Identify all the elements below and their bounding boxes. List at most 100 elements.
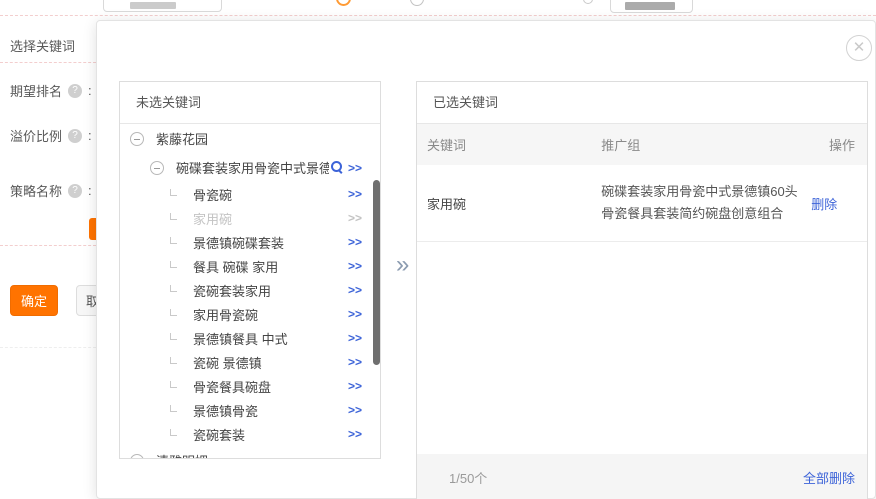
leaf-elbow-icon <box>170 309 177 316</box>
column-header-group: 推广组 <box>591 135 805 154</box>
table-body: 家用碗碗碟套装家用骨瓷中式景德镇60头骨瓷餐具套装简约碗盘创意组合删除 <box>417 165 867 242</box>
collapse-minus-icon[interactable] <box>130 454 144 459</box>
help-icon[interactable]: ? <box>68 84 82 98</box>
add-keyword-action[interactable]: >> <box>348 331 362 345</box>
tree-item-label: 景德镇碗碟套装 <box>193 233 284 252</box>
selected-count: 1/50个 <box>449 468 487 487</box>
tree-row[interactable]: 瓷碗 景德镇 >> <box>120 350 380 374</box>
field-label: 选择关键词: <box>10 36 99 55</box>
add-keyword-action[interactable]: >> <box>348 355 362 369</box>
background-text-smudge <box>625 2 675 10</box>
add-keyword-action[interactable]: >> <box>348 379 362 393</box>
tree-row[interactable]: 紫藤花园 <box>120 124 380 153</box>
cell-group: 碗碟套装家用骨瓷中式景德镇60头骨瓷餐具套装简约碗盘创意组合 <box>591 181 805 225</box>
chevron-double-right-icon[interactable]: » <box>396 251 409 279</box>
leaf-elbow-icon <box>170 381 177 388</box>
keyword-select-dialog: ✕ 未选关键词 紫藤花园碗碟套装家用骨瓷中式景德镇... >> 骨瓷碗 >> 家用碗 >>… <box>96 20 876 499</box>
tree-item-label: 家用碗 <box>193 209 232 228</box>
field-label: 策略名称?: <box>10 181 92 200</box>
tree-row[interactable]: 碗碟套装家用骨瓷中式景德镇... >> <box>120 153 380 182</box>
collapse-minus-icon[interactable] <box>150 161 164 175</box>
leaf-elbow-icon <box>170 333 177 340</box>
close-icon[interactable]: ✕ <box>846 35 872 61</box>
add-keyword-action[interactable]: >> <box>348 403 362 417</box>
add-keyword-action[interactable]: >> <box>348 307 362 321</box>
field-colon: : <box>88 83 92 98</box>
table-row: 家用碗碗碟套装家用骨瓷中式景德镇60头骨瓷餐具套装简约碗盘创意组合删除 <box>417 165 867 242</box>
search-icon[interactable] <box>331 161 344 174</box>
divider-dashed <box>0 62 96 63</box>
add-keyword-action[interactable]: >> <box>348 427 362 441</box>
tree-item-label: 骨瓷碗 <box>193 185 232 204</box>
divider-dashed <box>0 15 876 16</box>
column-header-action: 操作 <box>805 135 867 154</box>
leaf-elbow-icon <box>170 285 177 292</box>
tree-row[interactable]: 餐具 碗碟 家用 >> <box>120 254 380 278</box>
divider-dashed <box>0 347 96 348</box>
tree-row[interactable]: 瓷碗套装 >> <box>120 422 380 446</box>
field-label-text: 选择关键词 <box>10 36 75 55</box>
page-background: 选择关键词:期望排名?:溢价比例?:策略名称?: 确定 取 ✕ 未选关键词 紫藤… <box>0 0 876 499</box>
field-label: 溢价比例?: <box>10 126 92 145</box>
cell-action: 删除 <box>805 194 867 213</box>
tree-item-label: 瓷碗套装家用 <box>193 281 271 300</box>
collapse-minus-icon[interactable] <box>130 132 144 146</box>
add-keyword-action[interactable]: >> <box>348 187 362 201</box>
keyword-tree: 紫藤花园碗碟套装家用骨瓷中式景德镇... >> 骨瓷碗 >> 家用碗 >> 景德镇碗碟套装 >… <box>120 124 380 458</box>
tree-row[interactable]: 家用碗 >> <box>120 206 380 230</box>
add-keyword-action[interactable]: >> <box>348 235 362 249</box>
leaf-elbow-icon <box>170 237 177 244</box>
leaf-elbow-icon <box>170 357 177 364</box>
delete-link[interactable]: 删除 <box>811 197 837 212</box>
help-icon[interactable]: ? <box>68 184 82 198</box>
tree-row[interactable]: 景德镇餐具 中式 >> <box>120 326 380 350</box>
selected-panel-title: 已选关键词 <box>417 82 867 124</box>
tree-scrollbar[interactable] <box>373 180 380 365</box>
tree-row[interactable]: 景德镇碗碟套装 >> <box>120 230 380 254</box>
tree-item-label: 景德镇骨瓷 <box>193 401 258 420</box>
add-keyword-action[interactable]: >> <box>348 211 362 225</box>
tree-item-label: 清雅明媚 <box>156 451 208 458</box>
tree-row[interactable]: 景德镇骨瓷 >> <box>120 398 380 422</box>
icon-fragment <box>583 0 593 4</box>
leaf-elbow-icon <box>170 189 177 196</box>
tree-item-label: 家用骨瓷碗 <box>193 305 258 324</box>
help-icon[interactable]: ? <box>68 129 82 143</box>
tree-item-label: 瓷碗 景德镇 <box>193 353 262 372</box>
table-header: 关键词 推广组 操作 <box>417 124 867 165</box>
tree-item-label: 紫藤花园 <box>156 129 208 148</box>
tree-row[interactable]: 骨瓷餐具碗盘 >> <box>120 374 380 398</box>
tree-item-label: 碗碟套装家用骨瓷中式景德镇... <box>176 158 329 177</box>
add-keyword-action[interactable]: >> <box>348 283 362 297</box>
selected-panel-footer: 1/50个 全部删除 <box>417 454 867 499</box>
unselected-panel-title: 未选关键词 <box>120 82 380 124</box>
warning-icon-fragment <box>336 0 351 6</box>
delete-all-link[interactable]: 全部删除 <box>803 468 855 487</box>
add-keyword-action[interactable]: >> <box>348 259 362 273</box>
field-colon: : <box>88 183 92 198</box>
field-label-text: 溢价比例 <box>10 126 62 145</box>
field-label-text: 策略名称 <box>10 181 62 200</box>
add-keyword-action[interactable]: >> <box>348 161 362 175</box>
tree-row[interactable]: 瓷碗套装家用 >> <box>120 278 380 302</box>
orange-button-fragment <box>89 218 96 240</box>
field-label: 期望排名?: <box>10 81 92 100</box>
tree-item-label: 瓷碗套装 <box>193 425 245 444</box>
leaf-elbow-icon <box>170 261 177 268</box>
selected-keywords-panel: 已选关键词 关键词 推广组 操作 家用碗碗碟套装家用骨瓷中式景德镇60头骨瓷餐具… <box>416 81 868 499</box>
background-input-fragment-2 <box>610 0 693 13</box>
field-label-text: 期望排名 <box>10 81 62 100</box>
tree-row[interactable]: 骨瓷碗 >> <box>120 182 380 206</box>
tree-item-label: 骨瓷餐具碗盘 <box>193 377 271 396</box>
cell-keyword: 家用碗 <box>417 194 591 213</box>
confirm-button[interactable]: 确定 <box>10 285 58 316</box>
tree-row[interactable]: 清雅明媚 <box>120 446 380 458</box>
unselected-keywords-panel: 未选关键词 紫藤花园碗碟套装家用骨瓷中式景德镇...>>骨瓷碗>>家用碗>>景德… <box>119 81 381 459</box>
tree-row[interactable]: 家用骨瓷碗 >> <box>120 302 380 326</box>
help-icon-fragment <box>410 0 424 6</box>
leaf-elbow-icon <box>170 213 177 220</box>
background-text-smudge <box>130 2 176 9</box>
tree-item-label: 景德镇餐具 中式 <box>193 329 288 348</box>
field-colon: : <box>88 128 92 143</box>
tree-item-label: 餐具 碗碟 家用 <box>193 257 278 276</box>
